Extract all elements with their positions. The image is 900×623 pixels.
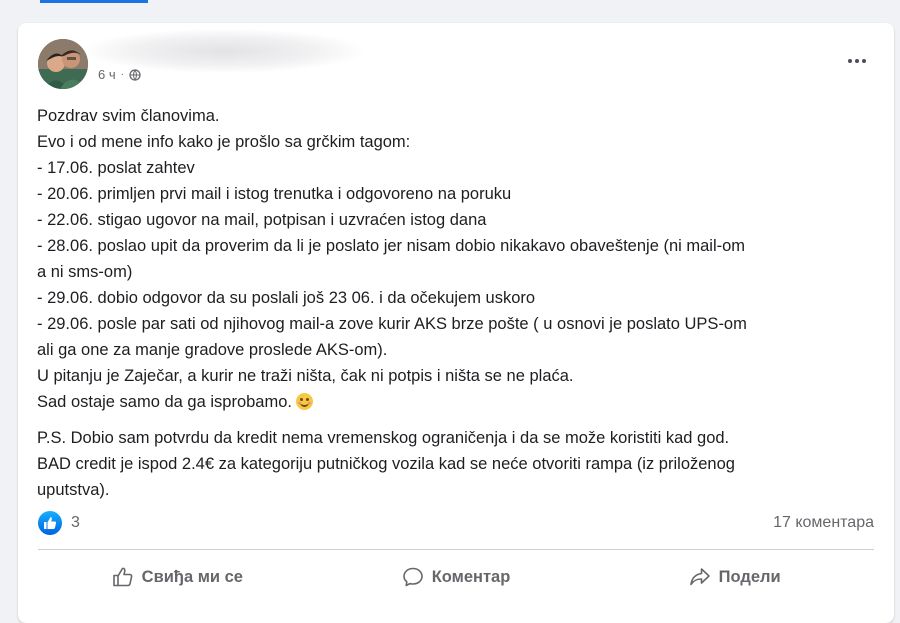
comment-label: Коментар (431, 567, 511, 586)
ps-line: uputstva). (37, 481, 110, 499)
post-stats: 3 17 коментара (38, 510, 874, 536)
post-actions: Свиђа ми се Коментар Подели (38, 558, 874, 596)
avatar[interactable] (38, 39, 88, 89)
post-line: - 29.06. dobio odgovor da su poslali još… (37, 289, 536, 307)
like-label: Свиђа ми се (141, 567, 243, 586)
post-line: - 17.06. poslat zahtev (37, 159, 195, 177)
post-line: - 20.06. primljen prvi mail i istog tren… (37, 185, 512, 203)
comment-bubble-icon (402, 567, 423, 587)
reaction-count[interactable]: 3 (71, 514, 80, 532)
smiling-face-emoji-icon (296, 393, 313, 410)
comment-count[interactable]: 17 коментара (773, 514, 874, 532)
comment-button[interactable]: Коментар (317, 558, 596, 596)
post-card: 6 ч · Pozdrav svim članovima. Evo i od m… (18, 23, 894, 623)
ps-line: BAD credit je ispod 2.4€ za kategoriju p… (37, 455, 735, 473)
more-options-icon[interactable] (842, 51, 872, 71)
post-line: a ni sms-om) (37, 263, 133, 281)
post-line: - 28.06. poslao upit da proverim da li j… (37, 237, 746, 255)
share-button[interactable]: Подели (595, 558, 874, 596)
post-line: Pozdrav svim članovima. (37, 107, 220, 125)
globe-icon[interactable] (129, 68, 141, 81)
like-reaction-icon[interactable] (38, 511, 62, 535)
post-line: - 29.06. posle par sati od njihovog mail… (37, 315, 747, 333)
like-button[interactable]: Свиђа ми се (38, 558, 317, 596)
post-meta: 6 ч · (98, 67, 141, 82)
post-line: - 22.06. stigao ugovor na mail, potpisan… (37, 211, 487, 229)
post-text: Pozdrav svim članovima. Evo i od mene in… (37, 103, 879, 503)
active-tab-indicator (40, 0, 148, 3)
post-line: U pitanju je Zaječar, a kurir ne traži n… (37, 367, 574, 385)
avatar-photo (38, 39, 88, 89)
share-arrow-icon (689, 568, 710, 586)
post-time[interactable]: 6 ч (98, 67, 116, 82)
thumbs-up-icon (112, 567, 133, 587)
post-line: Evo i od mene info kako je prošlo sa grč… (37, 133, 411, 151)
meta-separator: · (120, 69, 124, 80)
ps-line: P.S. Dobio sam potvrdu da kredit nema vr… (37, 429, 730, 447)
post-line: ali ga one za manje gradove proslede AKS… (37, 341, 388, 359)
share-label: Подели (718, 567, 781, 586)
divider (38, 549, 874, 550)
post-line-text: Sad ostaje samo da ga isprobamo. (37, 393, 292, 411)
post-line-last: Sad ostaje samo da ga isprobamo. (37, 389, 879, 415)
